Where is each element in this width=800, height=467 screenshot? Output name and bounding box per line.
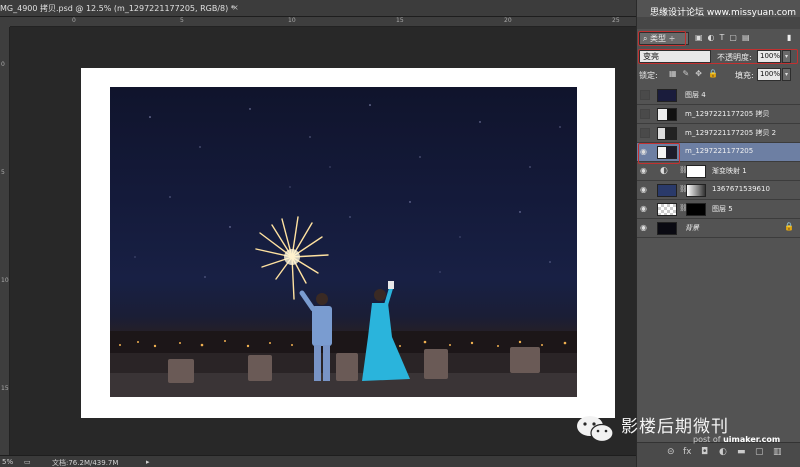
layer-row[interactable]: m_1297221177205 拷贝 2	[637, 124, 800, 143]
brand-site: uimaker.com	[723, 435, 781, 444]
layer-mask-thumbnail	[686, 165, 706, 178]
ruler-label: 25	[612, 17, 620, 24]
layer-name: m_1297221177205 拷贝	[685, 110, 770, 118]
status-menu-arrow-icon[interactable]: ▸	[146, 458, 150, 466]
visibility-toggle[interactable]	[640, 90, 650, 100]
ruler-label: 0	[72, 17, 76, 24]
layers-panel: 思缘设计论坛 www.missyuan.com ⌕ 类型 ÷ ▣◐T▢▤ ▮ 变…	[636, 0, 800, 467]
fill-label: 填充:	[735, 71, 754, 80]
panel-tab-bar[interactable]	[637, 17, 800, 29]
layer-thumbnail	[657, 108, 677, 121]
fill-dropdown-icon[interactable]: ▾	[782, 68, 791, 81]
fill-input[interactable]: 100%	[757, 68, 781, 81]
layer-thumbnail	[657, 222, 677, 235]
layer-name: m_1297221177205	[685, 147, 754, 155]
filter-toggle-icon[interactable]: ▮	[787, 33, 791, 42]
visibility-toggle[interactable]	[640, 109, 650, 119]
layer-name: 1367671539610	[712, 185, 770, 193]
layer-name: 背景	[685, 224, 699, 232]
close-tab-icon[interactable]: ×	[232, 3, 239, 12]
layer-row[interactable]: ◉ 背景 🔒	[637, 219, 800, 238]
layer-name: 图层 5	[712, 205, 733, 213]
wechat-icon	[577, 416, 614, 443]
layer-thumbnail	[657, 89, 677, 102]
status-toggle-icon[interactable]: ▭	[24, 458, 31, 466]
annotation-highlight	[638, 31, 686, 46]
layer-thumbnail	[657, 203, 677, 216]
eye-icon[interactable]: ◉	[640, 166, 650, 176]
visibility-toggle[interactable]	[640, 128, 650, 138]
layer-row[interactable]: ◉ ⛓ 图层 5	[637, 200, 800, 219]
filter-icons[interactable]: ▣◐T▢▤	[695, 33, 755, 42]
lock-icon: 🔒	[784, 222, 794, 231]
lock-icons[interactable]: ▦✎✥🔒	[669, 69, 724, 78]
annotation-highlight	[638, 49, 798, 64]
lock-row: 锁定: ▦✎✥🔒 填充: 100% ▾	[639, 68, 797, 83]
layer-row[interactable]: 图层 4	[637, 86, 800, 105]
eye-icon[interactable]: ◉	[640, 223, 650, 233]
eye-icon[interactable]: ◉	[640, 204, 650, 214]
layer-thumbnail	[657, 127, 677, 140]
brand-logo: 影楼后期微刊 post of uimaker.com	[575, 407, 800, 455]
ruler-label: 15	[396, 17, 404, 24]
ruler-label: 5	[1, 169, 5, 176]
adjustment-layer-icon: ◐	[660, 166, 668, 176]
layer-thumbnail	[657, 184, 677, 197]
ruler-label: 0	[1, 61, 5, 68]
brand-title: 影楼后期微刊	[621, 417, 729, 437]
ruler-label: 20	[504, 17, 512, 24]
brand-subtitle: post of uimaker.com	[693, 435, 780, 444]
ruler-label: 10	[288, 17, 296, 24]
layer-mask-thumbnail	[686, 184, 706, 197]
layer-name: m_1297221177205 拷贝 2	[685, 129, 777, 137]
photoshop-window: MG_4900 拷贝.psd @ 12.5% (m_1297221177205,…	[0, 0, 800, 467]
vertical-ruler[interactable]: 0 5 10 15	[0, 27, 10, 455]
eye-icon[interactable]: ◉	[640, 185, 650, 195]
canvas-area[interactable]	[10, 28, 636, 455]
wedding-photo	[110, 87, 577, 397]
document-canvas[interactable]	[81, 68, 615, 418]
lock-label: 锁定:	[639, 71, 658, 80]
document-tab[interactable]: MG_4900 拷贝.psd @ 12.5% (m_1297221177205,…	[0, 0, 636, 17]
ruler-label: 5	[180, 17, 184, 24]
layer-name: 图层 4	[685, 91, 706, 99]
document-title: MG_4900 拷贝.psd @ 12.5% (m_1297221177205,…	[0, 4, 235, 13]
layer-row[interactable]: m_1297221177205 拷贝	[637, 105, 800, 124]
document-info[interactable]: 文档:76.2M/439.7M	[52, 458, 118, 467]
layer-name: 渐变映射 1	[712, 167, 747, 175]
status-bar: 5% ▭ 文档:76.2M/439.7M ▸	[0, 455, 636, 467]
ruler-origin[interactable]	[0, 17, 10, 27]
layer-row[interactable]: ◉ ◐ ⛓ 渐变映射 1	[637, 162, 800, 181]
ruler-label: 15	[1, 385, 9, 392]
night-scene-illustration	[110, 104, 577, 397]
horizontal-ruler[interactable]: 0 5 10 15 20 25	[10, 17, 636, 27]
zoom-level[interactable]: 5%	[2, 458, 13, 466]
ruler-label: 10	[1, 277, 9, 284]
layer-row[interactable]: ◉ ⛓ 1367671539610	[637, 181, 800, 200]
brand-sub-prefix: post of	[693, 435, 721, 444]
layer-mask-thumbnail	[686, 203, 706, 216]
annotation-highlight	[638, 143, 680, 164]
